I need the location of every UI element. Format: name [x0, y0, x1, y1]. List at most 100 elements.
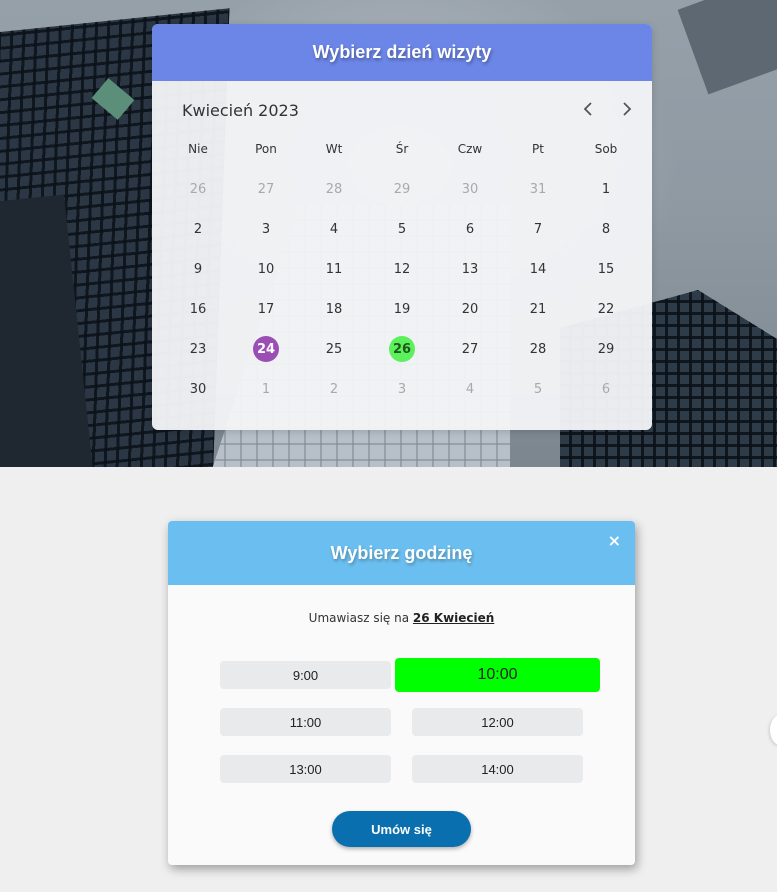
weekday-label: Sob — [594, 142, 618, 156]
calendar-day[interactable]: 23 — [164, 329, 232, 369]
calendar-day-number: 29 — [393, 181, 411, 197]
time-picker-title: Wybierz godzinę — [330, 542, 473, 563]
calendar-day[interactable]: 27 — [232, 169, 300, 209]
calendar-day[interactable]: 2 — [300, 369, 368, 409]
calendar-day-number: 14 — [529, 261, 547, 277]
calendar-day-number: 6 — [601, 381, 611, 397]
calendar-day-number: 3 — [397, 381, 407, 397]
calendar-day[interactable]: 13 — [436, 249, 504, 289]
calendar-day[interactable]: 16 — [164, 289, 232, 329]
calendar-day[interactable]: 9 — [164, 249, 232, 289]
calendar-day-number: 27 — [257, 181, 275, 197]
calendar-day-number: 20 — [461, 301, 479, 317]
calendar-day[interactable]: 3 — [368, 369, 436, 409]
close-button[interactable]: × — [608, 531, 621, 550]
weekday-label: Pt — [532, 142, 544, 156]
chevron-right-icon — [623, 102, 632, 116]
calendar-day-number: 2 — [193, 221, 203, 237]
calendar-day[interactable]: 29 — [368, 169, 436, 209]
calendar-day[interactable]: 14 — [504, 249, 572, 289]
calendar-day[interactable]: 10 — [232, 249, 300, 289]
weekday-label: Czw — [457, 142, 483, 156]
calendar-day-today[interactable]: 24 — [232, 329, 300, 369]
calendar-day-number: 8 — [601, 221, 611, 237]
calendar-day[interactable]: 6 — [572, 369, 640, 409]
calendar-day[interactable]: 19 — [368, 289, 436, 329]
calendar-day[interactable]: 27 — [436, 329, 504, 369]
calendar-day-number: 2 — [329, 381, 339, 397]
calendar-day[interactable]: 29 — [572, 329, 640, 369]
calendar-day-number: 31 — [529, 181, 547, 197]
calendar-day[interactable]: 5 — [368, 209, 436, 249]
calendar-day-number: 12 — [393, 261, 411, 277]
calendar-day-number: 11 — [325, 261, 343, 277]
calendar-day[interactable]: 21 — [504, 289, 572, 329]
booking-summary: Umawiasz się na 26 Kwiecień — [168, 611, 635, 625]
calendar-day[interactable]: 30 — [164, 369, 232, 409]
calendar-day-number: 22 — [597, 301, 615, 317]
calendar-day[interactable]: 1 — [572, 169, 640, 209]
calendar-day[interactable]: 4 — [300, 209, 368, 249]
calendar-day-number: 4 — [465, 381, 475, 397]
calendar-day[interactable]: 4 — [436, 369, 504, 409]
calendar-grid: Nie Pon Wt Śr Czw Pt Sob 26 27 28 29 30 31 1 2 3 4 5 6 7 8 9 1… — [164, 131, 640, 409]
calendar-day[interactable]: 25 — [300, 329, 368, 369]
calendar-day-number: 7 — [533, 221, 543, 237]
booking-prefix: Umawiasz się na — [308, 611, 410, 625]
submit-button[interactable]: Umów się — [332, 811, 471, 847]
time-slot[interactable]: 13:00 — [220, 755, 391, 783]
time-slot[interactable]: 14:00 — [412, 755, 583, 783]
calendar-day[interactable]: 15 — [572, 249, 640, 289]
building-top-right — [677, 0, 777, 95]
calendar-day-number: 5 — [397, 221, 407, 237]
calendar-day-number: 6 — [465, 221, 475, 237]
chevron-left-icon — [583, 102, 592, 116]
calendar-day[interactable]: 2 — [164, 209, 232, 249]
calendar-day[interactable]: 20 — [436, 289, 504, 329]
calendar-day-number: 17 — [257, 301, 275, 317]
calendar-day-selected[interactable]: 26 — [368, 329, 436, 369]
booking-date[interactable]: 26 Kwiecień — [413, 611, 494, 625]
calendar-day[interactable]: 11 — [300, 249, 368, 289]
calendar-day[interactable]: 5 — [504, 369, 572, 409]
calendar-day-number: 30 — [461, 181, 479, 197]
calendar-title: Wybierz dzień wizyty — [152, 24, 652, 81]
calendar-day[interactable]: 31 — [504, 169, 572, 209]
calendar-day[interactable]: 17 — [232, 289, 300, 329]
calendar-day-number: 30 — [189, 381, 207, 397]
calendar-day[interactable]: 8 — [572, 209, 640, 249]
calendar-day[interactable]: 12 — [368, 249, 436, 289]
calendar-day[interactable]: 28 — [300, 169, 368, 209]
calendar-day[interactable]: 26 — [164, 169, 232, 209]
calendar-nav: Kwiecień 2023 — [152, 81, 652, 131]
time-picker-header: Wybierz godzinę × — [168, 521, 635, 585]
time-slot[interactable]: 11:00 — [220, 708, 391, 736]
calendar-day-number: 18 — [325, 301, 343, 317]
calendar-day-number: 4 — [329, 221, 339, 237]
calendar-day-number: 10 — [257, 261, 275, 277]
time-slot[interactable]: 9:00 — [220, 661, 391, 689]
calendar-day-number: 3 — [261, 221, 271, 237]
weekday-label: Wt — [325, 142, 343, 156]
calendar-day-number: 21 — [529, 301, 547, 317]
time-slot[interactable]: 12:00 — [412, 708, 583, 736]
calendar-day-number: 1 — [601, 181, 611, 197]
calendar-day[interactable]: 7 — [504, 209, 572, 249]
calendar-day-number: 24 — [253, 336, 279, 362]
calendar-day[interactable]: 1 — [232, 369, 300, 409]
weekday-label: Śr — [395, 142, 409, 156]
calendar-day-number: 13 — [461, 261, 479, 277]
calendar-day[interactable]: 18 — [300, 289, 368, 329]
calendar-day[interactable]: 28 — [504, 329, 572, 369]
calendar-day-number: 29 — [597, 341, 615, 357]
calendar-day-number: 19 — [393, 301, 411, 317]
calendar-day[interactable]: 30 — [436, 169, 504, 209]
calendar-day[interactable]: 6 — [436, 209, 504, 249]
calendar-day-number: 27 — [461, 341, 479, 357]
calendar-day[interactable]: 22 — [572, 289, 640, 329]
next-month-button[interactable] — [616, 99, 636, 119]
time-slot-selected[interactable]: 10:00 — [395, 658, 600, 692]
calendar-day-number: 5 — [533, 381, 543, 397]
calendar-day[interactable]: 3 — [232, 209, 300, 249]
prev-month-button[interactable] — [579, 99, 599, 119]
